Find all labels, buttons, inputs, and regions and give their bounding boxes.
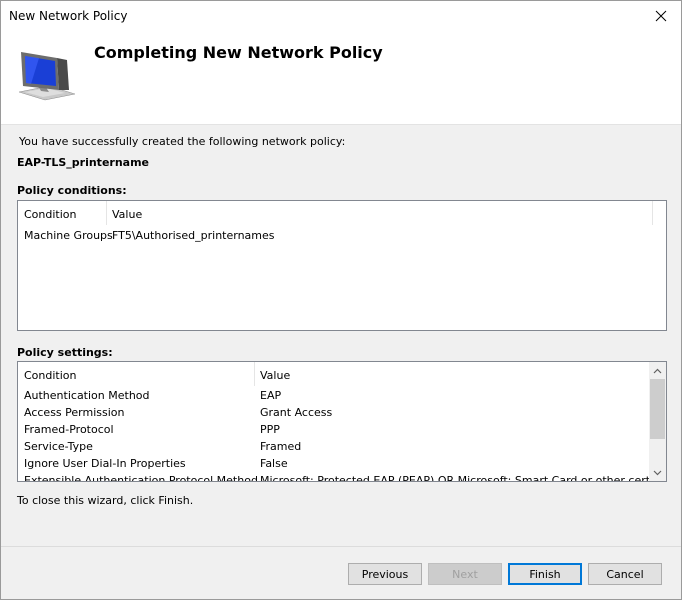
scroll-up-button[interactable] — [649, 362, 666, 379]
column-header-value[interactable]: Value — [260, 369, 290, 382]
chevron-down-icon — [653, 470, 662, 475]
policy-name: EAP-TLS_printername — [17, 156, 149, 169]
column-divider[interactable] — [652, 201, 653, 225]
condition-cell: Ignore User Dial-In Properties — [24, 457, 186, 470]
next-button[interactable]: Next — [428, 563, 502, 585]
dialog-window: New Network Policy Completing New Networ… — [0, 0, 682, 600]
column-divider[interactable] — [254, 362, 255, 386]
settings-label: Policy settings: — [17, 346, 113, 359]
condition-cell: Authentication Method — [24, 389, 150, 402]
title-bar: New Network Policy — [1, 1, 681, 31]
value-cell: False — [260, 457, 288, 470]
value-cell: Grant Access — [260, 406, 333, 419]
value-cell: PPP — [260, 423, 280, 436]
close-button[interactable] — [641, 1, 681, 31]
condition-cell: Machine Groups — [24, 229, 113, 242]
value-cell: Framed — [260, 440, 302, 453]
condition-cell: Framed-Protocol — [24, 423, 114, 436]
condition-cell: Access Permission — [24, 406, 125, 419]
value-cell: EAP — [260, 389, 282, 402]
conditions-list[interactable]: Condition Value Machine Groups FT5\Autho… — [17, 200, 667, 331]
footer-divider — [1, 546, 681, 547]
conditions-label: Policy conditions: — [17, 184, 127, 197]
header-divider — [1, 124, 681, 125]
settings-list[interactable]: Condition Value Authentication Method EA… — [17, 361, 667, 482]
column-header-value[interactable]: Value — [112, 208, 142, 221]
cancel-button[interactable]: Cancel — [588, 563, 662, 585]
condition-cell: Extensible Authentication Protocol Metho… — [24, 474, 258, 482]
wizard-header: Completing New Network Policy — [1, 31, 681, 124]
close-icon — [655, 10, 667, 22]
column-header-condition[interactable]: Condition — [24, 208, 77, 221]
scroll-down-button[interactable] — [649, 464, 666, 481]
intro-text: You have successfully created the follow… — [19, 135, 346, 148]
computer-monitor-icon — [18, 52, 76, 101]
finish-button[interactable]: Finish — [508, 563, 582, 585]
scrollbar-thumb[interactable] — [650, 379, 665, 439]
wizard-heading: Completing New Network Policy — [94, 43, 383, 62]
condition-cell: Service-Type — [24, 440, 93, 453]
column-header-condition[interactable]: Condition — [24, 369, 77, 382]
window-title: New Network Policy — [9, 9, 128, 23]
column-divider[interactable] — [106, 201, 107, 225]
value-cell: Microsoft: Protected EAP (PEAP) OR Micro… — [260, 474, 667, 482]
vertical-scrollbar[interactable] — [649, 362, 666, 481]
value-cell: FT5\Authorised_printernames — [112, 229, 275, 242]
chevron-up-icon — [653, 368, 662, 373]
close-hint-text: To close this wizard, click Finish. — [17, 494, 194, 507]
previous-button[interactable]: Previous — [348, 563, 422, 585]
